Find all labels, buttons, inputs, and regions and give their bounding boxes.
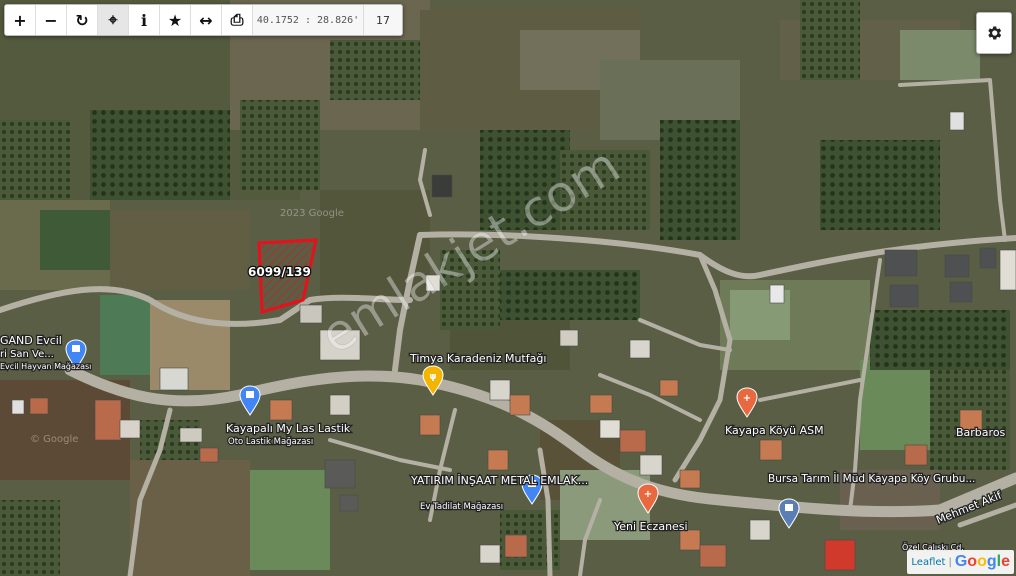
- google-logo: Google: [954, 553, 1010, 570]
- place-label-bursa-tarim[interactable]: Bursa Tarım İl Müd Kayapa Köy Grubu...: [767, 471, 977, 487]
- place-subtitle-kayapali: Oto Lastik Mağazası: [228, 437, 313, 447]
- government-icon: [785, 504, 793, 511]
- shop-icon: [246, 391, 254, 398]
- place-subtitle-yatirim: Ev Tadilat Mağazası: [420, 502, 503, 512]
- attribution-separator: |: [948, 556, 952, 568]
- restaurant-icon: ψ: [429, 372, 436, 382]
- place-label-kayapali[interactable]: Kayapalı My Las Lastik: [225, 421, 353, 437]
- map-toolbar: + − ↻ ⌖ i ★ ↔ ⎙ 40.1752 : 28.826' 17: [4, 4, 403, 36]
- settings-button[interactable]: [976, 12, 1012, 54]
- favorite-button[interactable]: ★: [160, 5, 191, 35]
- zoom-level-display: 17: [364, 5, 402, 35]
- parcel-label: 6099/139: [248, 265, 311, 279]
- coordinates-display: 40.1752 : 28.826': [253, 5, 364, 35]
- satellite-map[interactable]: emlakjet.com 2023 Google © Google 6099/1…: [0, 0, 1016, 576]
- place-subtitle-evcil-hayvan: Evcil Hayvan Mağazası: [0, 362, 91, 371]
- zoom-out-button[interactable]: −: [36, 5, 67, 35]
- street-label-barbaros: Barbaros: [956, 426, 1006, 439]
- map-attribution: Leaflet | Google: [907, 550, 1014, 574]
- print-button[interactable]: ⎙: [222, 5, 253, 35]
- place-label-kayapa-asm[interactable]: Kayapa Köyü ASM: [724, 423, 825, 439]
- pharmacy-icon: +: [644, 489, 652, 500]
- leaflet-link[interactable]: Leaflet: [911, 557, 945, 568]
- shop-icon: [72, 345, 80, 352]
- place-label-gand[interactable]: GAND Evcil: [0, 333, 63, 349]
- medical-icon: +: [743, 393, 751, 404]
- place-label-evcil-hayvan[interactable]: ri San Ve...: [0, 348, 55, 362]
- refresh-button[interactable]: ↻: [67, 5, 98, 35]
- locate-button[interactable]: ⌖: [98, 5, 129, 35]
- tile-watermark: © Google: [30, 434, 78, 445]
- zoom-in-button[interactable]: +: [5, 5, 36, 35]
- gear-icon: [988, 26, 1002, 40]
- place-label-yeni-eczanesi[interactable]: Yeni Eczanesi: [612, 519, 689, 535]
- info-button[interactable]: i: [129, 5, 160, 35]
- measure-button[interactable]: ↔: [191, 5, 222, 35]
- place-label-timya[interactable]: Timya Karadeniz Mutfağı: [408, 351, 548, 367]
- place-label-yatirim[interactable]: YATIRIM İNŞAAT METAL EMLAK...: [409, 473, 590, 489]
- tile-watermark: 2023 Google: [280, 208, 344, 219]
